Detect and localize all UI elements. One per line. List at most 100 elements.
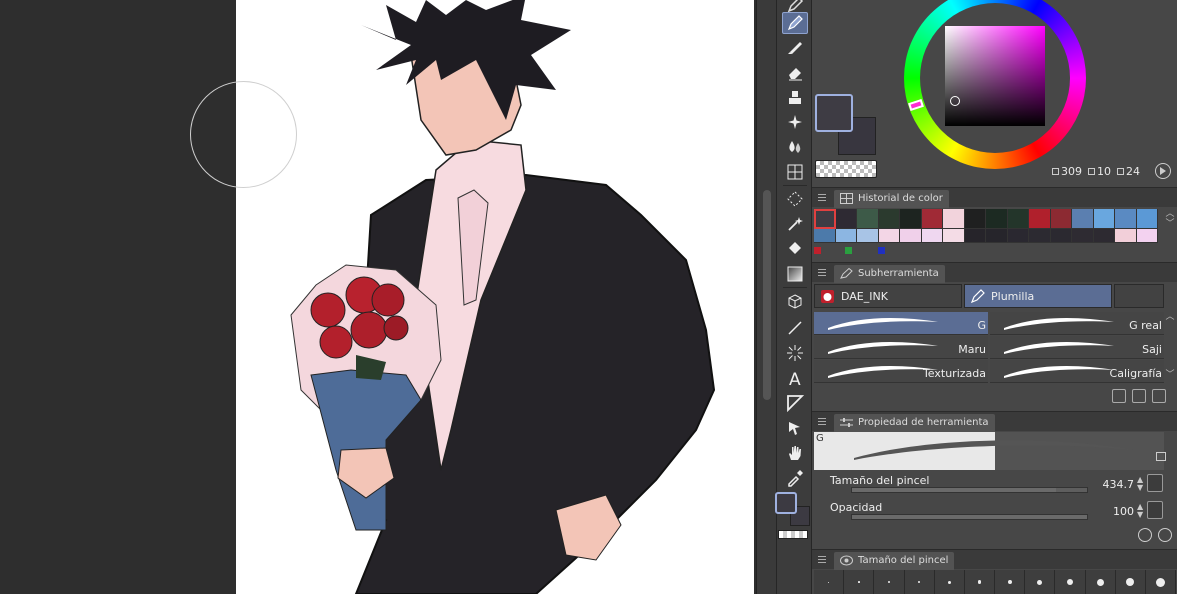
play-icon[interactable] <box>1155 163 1171 179</box>
marker-icon[interactable] <box>782 36 808 58</box>
brush-size-preset[interactable] <box>965 570 996 594</box>
color-history-swatch[interactable] <box>921 209 943 229</box>
subtool-brush-item[interactable]: Texturizada <box>814 360 988 383</box>
tab-brush-size[interactable]: Tamaño del pincel <box>834 552 955 570</box>
color-history-swatch[interactable] <box>1136 209 1158 229</box>
grid-icon[interactable] <box>782 161 808 183</box>
brush-size-preset[interactable] <box>1146 570 1177 594</box>
fill-bucket-icon[interactable] <box>782 87 808 109</box>
color-history-swatch[interactable] <box>878 209 900 229</box>
subtool-tab-empty[interactable] <box>1114 284 1164 308</box>
color-history-swatch[interactable] <box>900 229 922 243</box>
trash-icon[interactable] <box>1152 389 1166 403</box>
brush-size-preset[interactable] <box>844 570 875 594</box>
import-icon[interactable] <box>1112 389 1126 403</box>
color-history-swatch[interactable] <box>1007 229 1029 243</box>
color-history-swatch[interactable] <box>1115 209 1137 229</box>
brush-size-preset[interactable] <box>995 570 1026 594</box>
chevron-up-icon[interactable]: ︿ <box>1164 312 1176 322</box>
brush-size-spinner[interactable]: ▲ ▼ <box>1137 476 1145 492</box>
color-history-swatch[interactable] <box>878 229 900 243</box>
color-history-swatch[interactable] <box>1029 229 1051 243</box>
scrollbar-thumb[interactable] <box>763 190 771 400</box>
sv-marker[interactable] <box>950 96 960 106</box>
color-history-swatch[interactable] <box>835 209 857 229</box>
eyedropper-icon[interactable] <box>782 467 808 489</box>
opacity-spinner[interactable]: ▲ ▼ <box>1137 503 1145 519</box>
transparent-color-swatch[interactable] <box>815 160 877 178</box>
toolbar-transparent-color[interactable] <box>778 530 808 539</box>
main-color-swatch[interactable] <box>815 94 853 132</box>
brush-size-preset[interactable] <box>935 570 965 594</box>
subtool-brush-item[interactable]: Maru <box>814 336 988 359</box>
toolbar-main-color[interactable] <box>775 492 797 514</box>
fill-icon[interactable] <box>782 238 808 260</box>
color-history-swatch[interactable] <box>1072 229 1094 243</box>
color-history-swatch[interactable] <box>943 229 965 243</box>
subtool-group-dae-ink[interactable]: DAE_INK <box>814 284 962 308</box>
color-history-swatch[interactable] <box>1072 209 1094 229</box>
canvas-scrollbar[interactable] <box>756 0 776 594</box>
subtool-tab-plumilla[interactable]: Plumilla <box>964 284 1112 308</box>
lock-icon[interactable] <box>1156 452 1166 461</box>
frame-icon[interactable] <box>782 392 808 414</box>
tab-color-history[interactable]: Historial de color <box>834 190 949 208</box>
canvas-page[interactable] <box>236 0 754 594</box>
color-history-swatch[interactable] <box>835 229 857 243</box>
panel-menu-icon[interactable] <box>818 269 826 276</box>
pen-active-icon[interactable] <box>782 12 808 34</box>
color-history-swatch[interactable] <box>900 209 922 229</box>
color-history-swatch[interactable] <box>814 229 836 243</box>
opacity-slider[interactable] <box>851 514 1088 520</box>
color-history-swatch[interactable] <box>1093 229 1115 243</box>
wrench-icon[interactable] <box>1158 528 1172 542</box>
tab-subtool[interactable]: Subherramienta <box>834 265 945 283</box>
reset-icon[interactable] <box>1138 528 1152 542</box>
color-history-swatch[interactable] <box>921 229 943 243</box>
color-history-swatch[interactable] <box>943 209 965 229</box>
chevron-up-icon[interactable]: ︿ <box>1164 209 1176 219</box>
color-history-swatch[interactable] <box>857 209 879 229</box>
color-history-swatch[interactable] <box>964 229 986 243</box>
panel-menu-icon[interactable] <box>818 194 826 201</box>
color-history-swatch[interactable] <box>1115 229 1137 243</box>
color-history-swatch[interactable] <box>1050 209 1072 229</box>
operation-arrow-icon[interactable] <box>782 417 808 439</box>
color-history-swatch[interactable] <box>1136 229 1158 243</box>
text-icon[interactable]: A <box>782 367 808 389</box>
eraser-icon[interactable] <box>782 62 808 84</box>
brush-size-preset[interactable] <box>1025 570 1056 594</box>
panel-menu-icon[interactable] <box>818 556 826 563</box>
color-history-swatch[interactable] <box>1050 229 1072 243</box>
color-history-swatch[interactable] <box>1007 209 1029 229</box>
subtool-brush-item[interactable]: Saji <box>990 336 1164 359</box>
duplicate-icon[interactable] <box>1132 389 1146 403</box>
brush-size-preset[interactable] <box>905 570 935 594</box>
radial-lines-icon[interactable] <box>782 342 808 364</box>
brush-size-preset[interactable] <box>1086 570 1116 594</box>
brush-size-slider[interactable] <box>851 487 1088 493</box>
blend-drops-icon[interactable] <box>782 136 808 158</box>
opacity-value[interactable]: 100 <box>1113 505 1134 518</box>
chevron-down-icon[interactable]: ﹀ <box>1164 219 1176 229</box>
opacity-pressure-button[interactable] <box>1147 501 1163 519</box>
saturation-value-square[interactable] <box>945 26 1045 126</box>
magic-wand-icon[interactable] <box>782 213 808 235</box>
color-history-swatch[interactable] <box>1029 209 1051 229</box>
color-history-swatch[interactable] <box>814 209 836 229</box>
tab-tool-property[interactable]: Propiedad de herramienta <box>834 414 995 432</box>
history-scroll[interactable]: ︿ ﹀ <box>1164 209 1176 245</box>
hand-icon[interactable] <box>782 442 808 464</box>
color-history-swatch[interactable] <box>1093 209 1115 229</box>
color-history-swatch[interactable] <box>986 209 1008 229</box>
chevron-down-icon[interactable]: ﹀ <box>1164 370 1176 380</box>
gradient-icon[interactable] <box>782 263 808 285</box>
brush-size-value[interactable]: 434.7 <box>1103 478 1135 491</box>
brush-size-preset[interactable] <box>1116 570 1146 594</box>
color-history-swatch[interactable] <box>986 229 1008 243</box>
canvas-area[interactable] <box>0 0 756 594</box>
subtool-scroll[interactable]: ︿ ﹀ <box>1164 312 1176 382</box>
brush-size-preset[interactable] <box>814 570 845 594</box>
color-history-swatch[interactable] <box>857 229 879 243</box>
brush-size-pressure-button[interactable] <box>1147 474 1163 492</box>
